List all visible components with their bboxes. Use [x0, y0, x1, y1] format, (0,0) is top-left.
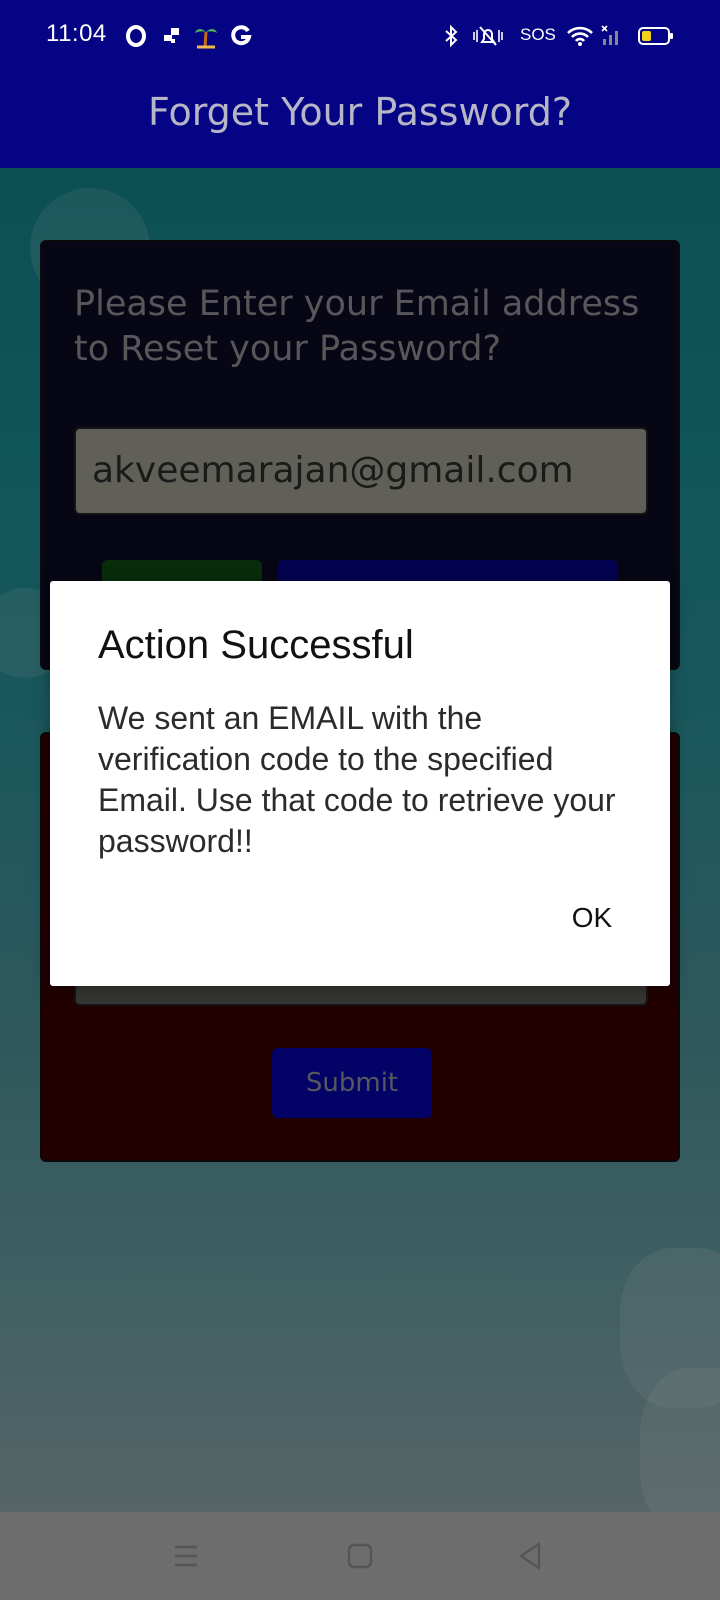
app-header: 11:04 SOS Forget Your Password?	[0, 0, 720, 168]
signal-icon	[600, 20, 624, 52]
ok-button[interactable]: OK	[552, 893, 632, 943]
page-title: Forget Your Password?	[147, 90, 573, 134]
back-triangle-icon[interactable]	[508, 1534, 552, 1578]
status-time: 11:04	[46, 20, 107, 47]
bluetooth-icon	[440, 20, 462, 52]
alert-dialog: Action Successful We sent an EMAIL with …	[50, 581, 670, 986]
vibrate-mute-icon	[470, 20, 506, 52]
opera-icon	[124, 20, 148, 52]
sos-indicator: SOS	[520, 25, 556, 44]
status-bar: 11:04 SOS	[0, 0, 720, 72]
dialog-message: We sent an EMAIL with the verification c…	[98, 700, 616, 859]
battery-icon	[638, 20, 674, 52]
grid-icon	[160, 20, 184, 52]
dialog-title: Action Successful	[98, 623, 414, 667]
menu-icon[interactable]	[164, 1534, 208, 1578]
google-icon	[228, 20, 254, 52]
palm-tree-icon	[192, 20, 220, 52]
system-nav-bar	[0, 1512, 720, 1600]
wifi-icon	[566, 20, 594, 52]
home-square-icon[interactable]	[338, 1534, 382, 1578]
